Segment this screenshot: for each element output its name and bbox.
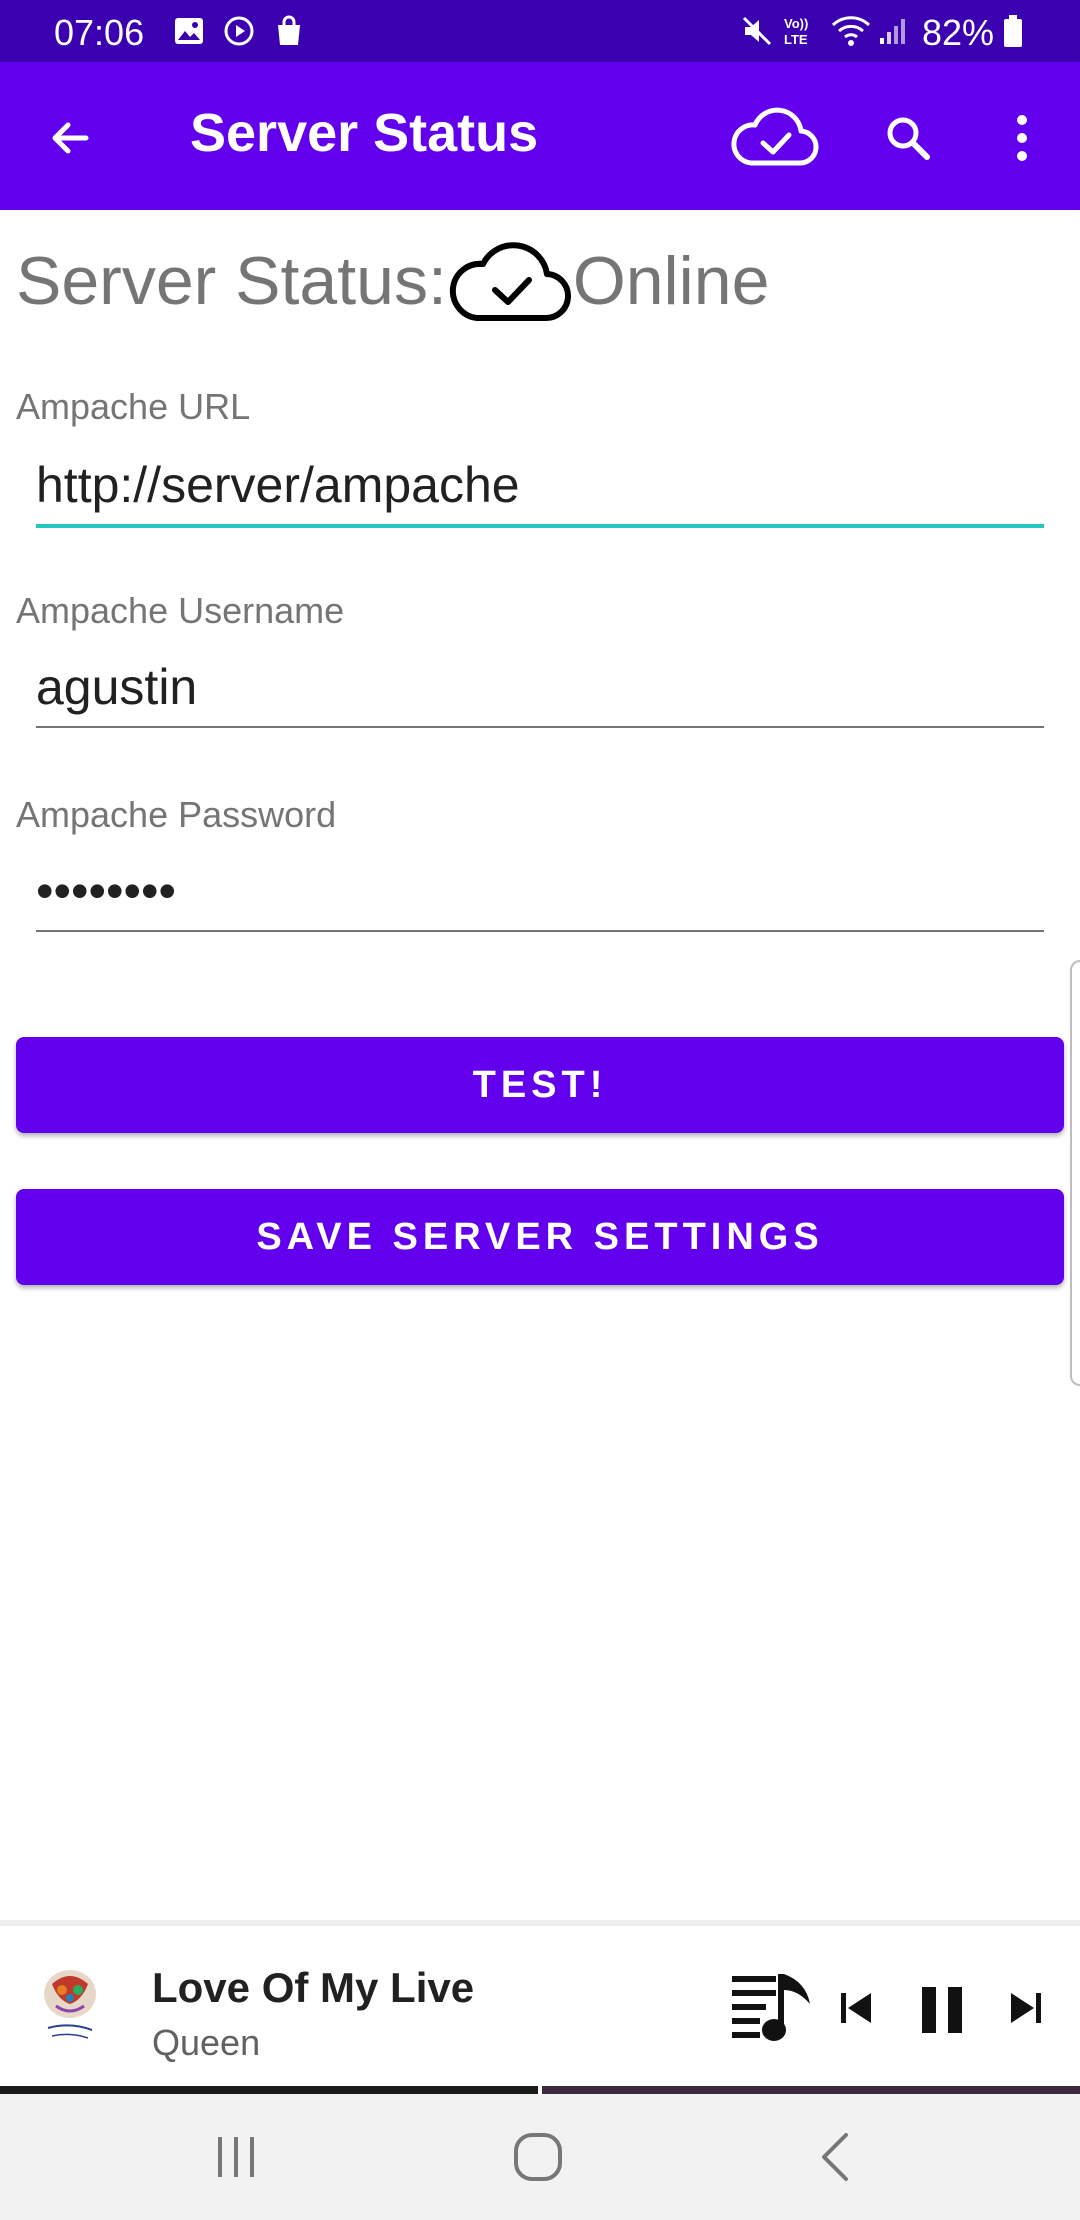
- server-status-value: Online: [572, 243, 770, 319]
- ampache-username-input[interactable]: [36, 648, 1044, 728]
- status-time: 07:06: [54, 12, 145, 53]
- ampache-url-input[interactable]: [36, 446, 1044, 528]
- navigation-bar: [0, 2094, 1080, 2220]
- search-icon[interactable]: [876, 106, 940, 170]
- back-arrow-icon[interactable]: [38, 106, 102, 170]
- now-playing-bar[interactable]: Love Of My Live Queen: [0, 1920, 1080, 2092]
- shopping-bag-icon: [272, 14, 306, 48]
- track-title: Love Of My Live: [152, 1964, 475, 2011]
- back-icon[interactable]: [796, 2122, 876, 2192]
- home-icon[interactable]: [498, 2122, 578, 2192]
- test-button[interactable]: TEST!: [16, 1037, 1064, 1133]
- track-artist: Queen: [152, 2022, 261, 2063]
- wifi-icon: [830, 14, 872, 48]
- save-server-settings-button[interactable]: SAVE SERVER SETTINGS: [16, 1189, 1064, 1285]
- status-bar: 07:06 Vo)) LTE 82%: [0, 0, 1080, 62]
- server-status-label: Server Status:: [16, 243, 447, 319]
- skip-next-icon[interactable]: [1004, 1986, 1048, 2030]
- ampache-username-label: Ampache Username: [16, 590, 345, 631]
- server-status-row: Server Status: Online: [16, 236, 769, 326]
- battery-percent: 82%: [922, 12, 995, 53]
- play-circle-icon: [222, 14, 256, 48]
- pause-icon[interactable]: [912, 1984, 972, 2036]
- recent-apps-icon[interactable]: [196, 2122, 276, 2192]
- queue-music-icon[interactable]: [728, 1966, 816, 2050]
- ampache-password-label: Ampache Password: [16, 794, 337, 835]
- side-panel-handle[interactable]: [1070, 960, 1080, 1386]
- playback-progress-marker: [538, 2086, 542, 2094]
- volte-icon: Vo)) LTE: [780, 14, 820, 48]
- more-vert-icon[interactable]: [990, 106, 1054, 170]
- album-art: [32, 1966, 108, 2048]
- signal-icon: [876, 14, 910, 48]
- app-bar: Server Status: [0, 62, 1080, 210]
- svg-text:Vo)): Vo)): [784, 16, 808, 31]
- skip-previous-icon[interactable]: [834, 1986, 878, 2030]
- ampache-url-label: Ampache URL: [16, 386, 251, 427]
- page-title: Server Status: [190, 103, 539, 163]
- cloud-check-icon: [447, 236, 573, 326]
- playback-progress-fill: [0, 2086, 538, 2094]
- svg-text:LTE: LTE: [784, 32, 808, 47]
- gallery-icon: [172, 14, 206, 48]
- mute-icon: [740, 14, 774, 48]
- battery-icon: [1000, 14, 1026, 48]
- cloud-check-icon[interactable]: [726, 98, 822, 178]
- ampache-password-input[interactable]: [36, 852, 1044, 932]
- playback-progress[interactable]: [0, 2086, 1080, 2094]
